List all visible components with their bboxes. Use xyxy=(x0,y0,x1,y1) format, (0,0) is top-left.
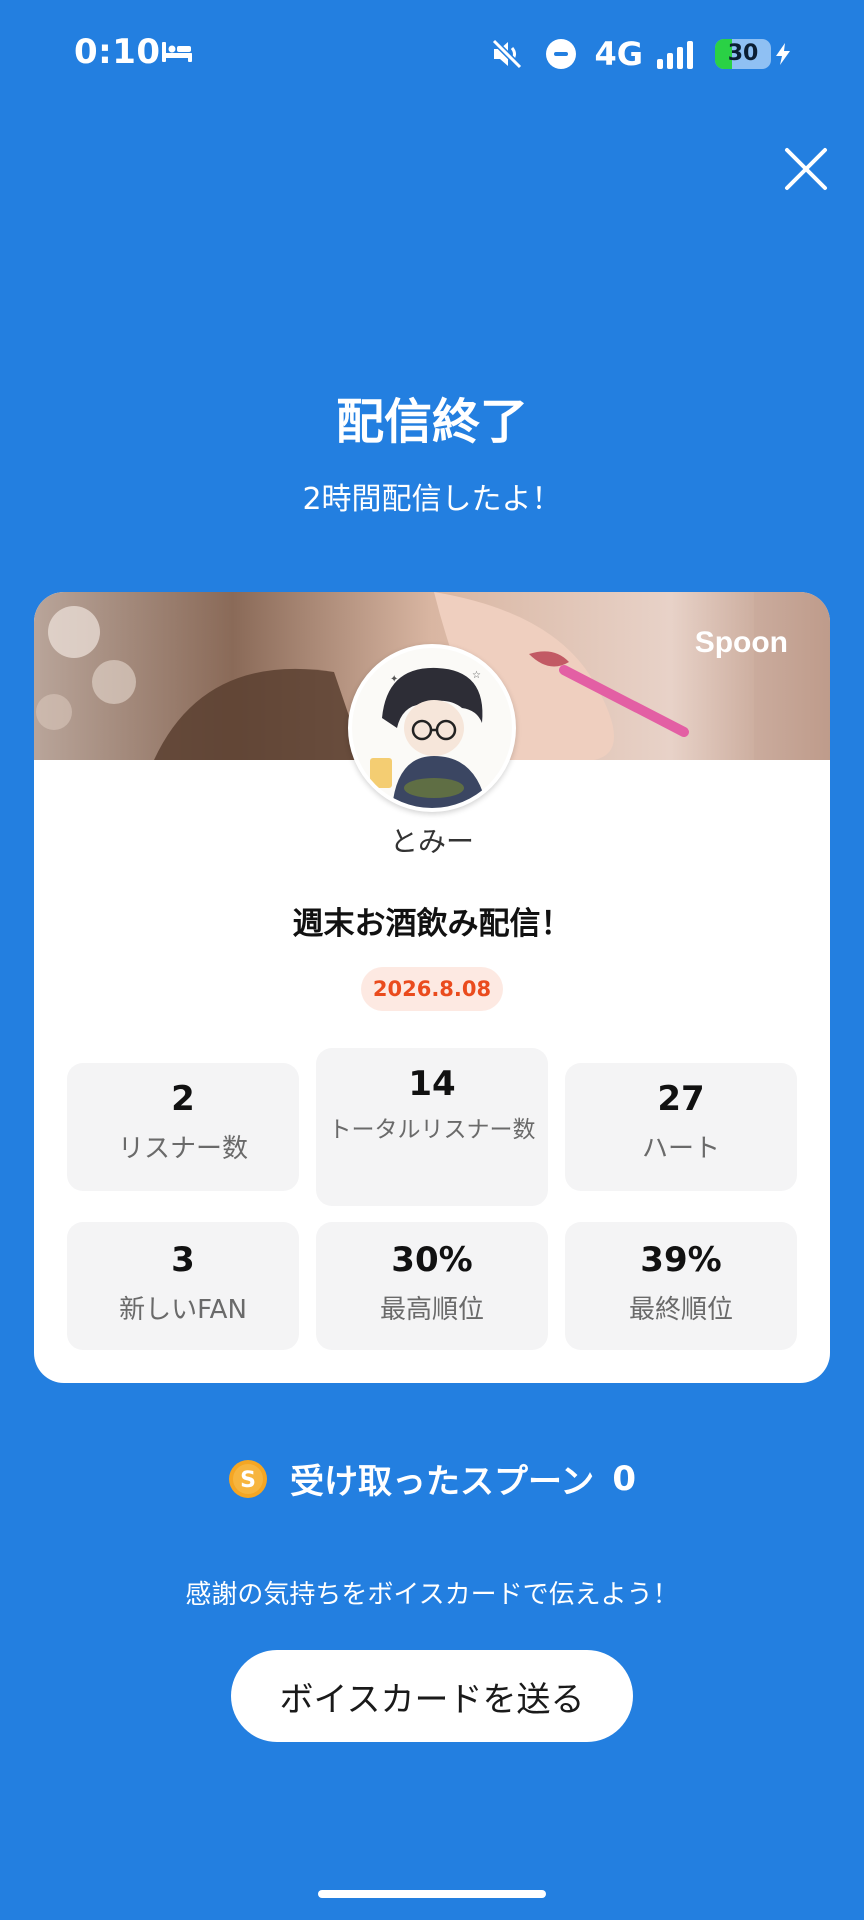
date-badge: 2026.8.08 xyxy=(361,967,503,1011)
spoons-count: 0 xyxy=(612,1458,636,1499)
home-indicator[interactable] xyxy=(318,1890,546,1898)
page-subtitle: 2時間配信したよ！ xyxy=(302,482,562,517)
stat-label: リスナー数 xyxy=(117,1134,248,1164)
status-icons: 4G 30 xyxy=(490,30,792,78)
signal-icon xyxy=(657,39,699,69)
stat-value: 3 xyxy=(171,1240,195,1280)
stat-value: 39% xyxy=(640,1240,722,1280)
charging-icon xyxy=(776,43,790,65)
stat-label: 新しいFAN xyxy=(119,1295,247,1325)
stat-label: ハート xyxy=(641,1134,720,1164)
stat-label: 最高順位 xyxy=(379,1295,484,1325)
stat-highest-rank: 30% 最高順位 xyxy=(316,1222,548,1350)
spoon-coin-icon: S xyxy=(229,1459,267,1498)
stat-value: 27 xyxy=(657,1079,705,1119)
mute-icon xyxy=(492,38,523,70)
page-title: 配信終了 xyxy=(335,394,528,450)
stat-new-fans: 3 新しいFAN xyxy=(67,1222,299,1350)
do-not-disturb-icon xyxy=(546,39,577,69)
svg-text:S: S xyxy=(240,1468,256,1493)
stat-value: 14 xyxy=(408,1064,456,1104)
show-title: 週末お酒飲み配信！ xyxy=(292,906,572,942)
spoons-received: S 受け取ったスプーン 0 xyxy=(0,1454,864,1503)
battery-icon: 30 xyxy=(715,39,771,69)
status-time: 0:10 xyxy=(74,32,161,72)
svg-text:☆: ☆ xyxy=(472,670,481,681)
svg-text:✦: ✦ xyxy=(390,674,398,685)
battery-level: 30 xyxy=(727,41,759,66)
stat-label: トータルリスナー数 xyxy=(328,1117,536,1143)
stat-total-listeners: 14 トータルリスナー数 xyxy=(316,1048,548,1206)
brand-logo: Spoon xyxy=(694,626,788,659)
thanks-text: 感謝の気持ちをボイスカードで伝えよう！ xyxy=(185,1580,679,1610)
stat-listeners: 2 リスナー数 xyxy=(67,1063,299,1191)
bed-icon xyxy=(162,42,192,62)
avatar[interactable]: ✦ ☆ xyxy=(348,644,516,812)
status-bar: 0:10 4G 30 xyxy=(0,0,864,108)
username: とみー xyxy=(389,825,474,858)
spoons-label: 受け取ったスプーン xyxy=(290,1462,595,1502)
send-voice-card-button[interactable]: ボイスカードを送る xyxy=(231,1650,633,1742)
stat-final-rank: 39% 最終順位 xyxy=(565,1222,797,1350)
stat-hearts: 27 ハート xyxy=(565,1063,797,1191)
stat-value: 2 xyxy=(171,1079,195,1119)
stat-label: 最終順位 xyxy=(628,1295,733,1325)
broadcast-summary-card: Spoon ✦ ☆ とみー 週末お酒飲み配信！ 2026.8.08 2 リスナー… xyxy=(34,592,830,1383)
close-icon[interactable] xyxy=(783,146,829,192)
network-type: 4G xyxy=(594,35,643,73)
stat-value: 30% xyxy=(391,1240,473,1280)
